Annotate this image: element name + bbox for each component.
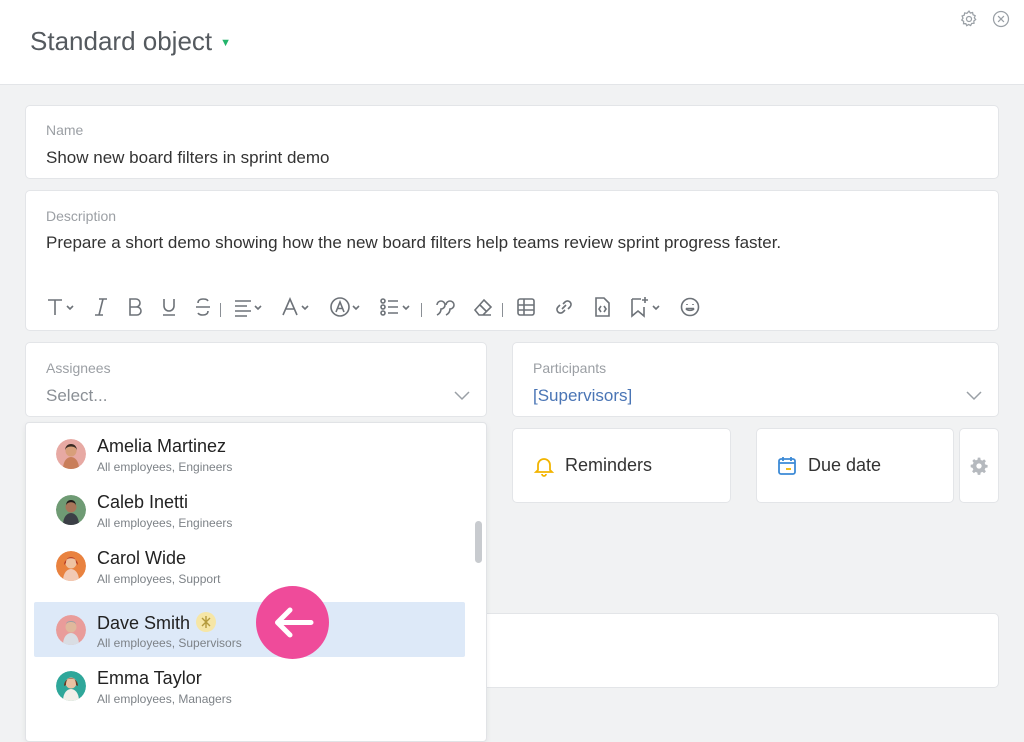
option-groups: All employees, Engineers xyxy=(97,460,233,474)
avatar xyxy=(56,615,86,645)
quote-icon[interactable] xyxy=(434,295,456,319)
avatar xyxy=(56,671,86,701)
caret-down-icon: ▼ xyxy=(220,37,232,49)
strikethrough-icon[interactable] xyxy=(194,295,212,319)
bell-icon xyxy=(533,455,555,477)
link-icon[interactable] xyxy=(553,295,575,319)
assignees-label: Assignees xyxy=(46,360,111,376)
bold-icon[interactable] xyxy=(126,295,144,319)
table-icon[interactable] xyxy=(515,295,537,319)
option-groups: All employees, Engineers xyxy=(97,516,233,530)
assignees-select[interactable]: Assignees Select... xyxy=(25,342,487,417)
page-title: Standard object xyxy=(30,26,213,56)
participants-value[interactable]: [Supervisors] xyxy=(533,386,632,406)
name-label: Name xyxy=(46,122,84,138)
gear-icon xyxy=(969,456,989,476)
emoji-icon[interactable] xyxy=(679,295,701,319)
option-name: Carol Wide xyxy=(97,548,187,568)
assignees-placeholder: Select... xyxy=(46,386,108,405)
arrow-left-icon xyxy=(256,586,329,659)
gear-icon[interactable] xyxy=(959,9,979,29)
highlight-icon[interactable] xyxy=(329,295,363,319)
calendar-icon xyxy=(776,455,798,477)
option-name-text: Dave Smith xyxy=(97,613,191,633)
list-item[interactable]: Caleb Inetti All employees, Engineers xyxy=(34,482,465,537)
avatar xyxy=(56,439,86,469)
bookmark-add-icon[interactable] xyxy=(629,295,663,319)
option-name: Dave Smith xyxy=(97,612,217,634)
toolbar-divider xyxy=(421,303,422,317)
chevron-down-icon[interactable] xyxy=(966,388,982,406)
hidden-field xyxy=(480,613,999,688)
list-item-selected[interactable]: Dave Smith All employees, Supervisors xyxy=(34,602,465,657)
text-style-icon[interactable] xyxy=(46,295,76,319)
supervisor-badge-icon xyxy=(196,612,217,632)
name-field[interactable]: Name Show new board filters in sprint de… xyxy=(25,105,999,179)
description-value[interactable]: Prepare a short demo showing how the new… xyxy=(46,233,781,253)
field-settings-button[interactable] xyxy=(959,428,999,503)
option-groups: All employees, Managers xyxy=(97,692,232,706)
dropdown-scrollbar[interactable] xyxy=(475,521,482,563)
due-date-button[interactable]: Due date xyxy=(756,428,954,503)
option-name: Amelia Martinez xyxy=(97,436,227,456)
option-groups: All employees, Support xyxy=(97,572,221,586)
list-item[interactable]: Amelia Martinez All employees, Engineers xyxy=(34,426,465,481)
participants-label: Participants xyxy=(533,360,607,376)
align-icon[interactable] xyxy=(233,295,265,319)
font-color-icon[interactable] xyxy=(281,295,313,319)
participants-select[interactable]: Participants [Supervisors] xyxy=(512,342,999,417)
list-icon[interactable] xyxy=(379,295,413,319)
close-circle-icon[interactable] xyxy=(991,9,1011,29)
assignees-dropdown: Amelia Martinez All employees, Engineers… xyxy=(25,422,487,742)
description-label: Description xyxy=(46,208,117,224)
avatar xyxy=(56,551,86,581)
option-name: Emma Taylor xyxy=(97,668,202,688)
reminders-label: Reminders xyxy=(565,455,653,475)
reminders-button[interactable]: Reminders xyxy=(512,428,731,503)
underline-icon[interactable] xyxy=(160,295,178,319)
description-field[interactable]: Description Prepare a short demo showing… xyxy=(25,190,999,331)
eraser-icon[interactable] xyxy=(472,295,494,319)
list-item[interactable]: Carol Wide All employees, Support xyxy=(34,538,465,593)
code-icon[interactable] xyxy=(591,295,613,319)
name-value[interactable]: Show new board filters in sprint demo xyxy=(46,148,329,168)
option-groups: All employees, Supervisors xyxy=(97,636,242,650)
window-header: Standard object ▼ xyxy=(0,0,1024,85)
due-date-label: Due date xyxy=(808,455,882,475)
option-name: Caleb Inetti xyxy=(97,492,189,512)
toolbar-divider xyxy=(502,303,503,317)
italic-icon[interactable] xyxy=(92,295,110,319)
rich-text-toolbar xyxy=(46,294,717,320)
avatar xyxy=(56,495,86,525)
list-item[interactable]: Emma Taylor All employees, Managers xyxy=(34,658,465,713)
toolbar-divider xyxy=(220,303,221,317)
object-type-selector[interactable]: Standard object ▼ xyxy=(30,26,231,57)
chevron-down-icon[interactable] xyxy=(454,388,470,406)
